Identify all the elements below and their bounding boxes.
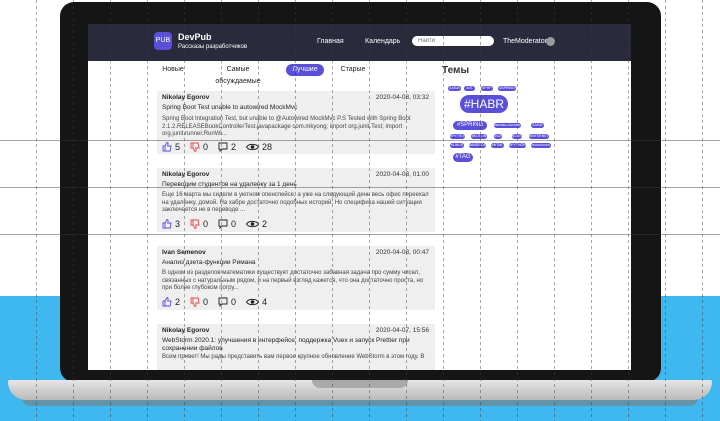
eye-icon (246, 298, 260, 306)
comment-count: 2 (231, 142, 237, 152)
post-card[interactable]: Nikolay Egorov 2020-04-08, 01:00 Перевод… (157, 168, 435, 232)
comments-button[interactable]: 2 (218, 142, 236, 152)
post-excerpt: Spring Boot Integration Test, but unable… (162, 116, 411, 137)
comment-count: 0 (231, 297, 237, 307)
views-stat: 28 (246, 142, 272, 152)
like-button[interactable]: 5 (162, 142, 180, 152)
post-card[interactable]: Ivan Semenov 2020-04-08, 00:47 Анализ дз… (157, 246, 435, 310)
comment-icon (218, 219, 228, 229)
tag-pill[interactable]: #CSS (512, 134, 522, 139)
tag-pill[interactable]: #INTERNET (529, 134, 549, 139)
view-count: 28 (262, 142, 273, 152)
tag-pill[interactable]: #SPRING (453, 121, 487, 130)
like-button[interactable]: 2 (162, 297, 180, 307)
post-author[interactable]: Ivan Semenov (162, 249, 206, 256)
comments-button[interactable]: 0 (218, 219, 236, 229)
post-card[interactable]: Nikolay Egorov 2020-04-08, 03:32 Spring … (157, 91, 435, 154)
comment-icon (218, 297, 228, 307)
tag-pill[interactable]: #MATEMATIK (531, 143, 551, 148)
comment-icon (218, 142, 228, 152)
eye-icon (246, 143, 260, 151)
thumbs-down-icon (190, 219, 200, 229)
dislike-button[interactable]: 0 (190, 297, 208, 307)
tag-pill[interactable]: #C# (494, 134, 502, 139)
dislike-count: 0 (203, 219, 209, 229)
dislike-button[interactable]: 0 (190, 219, 208, 229)
views-stat: 2 (246, 219, 267, 229)
post-title[interactable]: WebStorm 2020.1: улучшения в интерфейсе,… (162, 337, 432, 353)
thumbs-up-icon (162, 142, 172, 152)
post-date: 2020-04-08, 03:32 (375, 94, 429, 101)
nav-link-calendar[interactable]: Календарь (365, 38, 400, 45)
post-card[interactable]: Nikolay Egorov 2020-04-07, 15:56 WebStor… (157, 324, 435, 370)
tag-pill[interactable]: #PYTHON (509, 143, 526, 148)
tag-pill[interactable]: #HABR (460, 95, 508, 113)
tab-best[interactable]: Лучшие (286, 64, 324, 76)
dislike-button[interactable]: 0 (190, 142, 208, 152)
tag-pill[interactable]: #HTML (491, 143, 504, 148)
tag-pill[interactable]: #LINUX (450, 143, 464, 148)
tag-pill[interactable]: #JAVA (448, 86, 461, 91)
tag-pill[interactable]: #PHP (481, 86, 493, 91)
post-author[interactable]: Nikolay Egorov (162, 327, 209, 334)
tag-pill[interactable]: #SPRING (498, 86, 516, 91)
username[interactable]: TheModerator (503, 38, 547, 45)
post-date: 2020-04-08, 00:47 (375, 249, 429, 256)
views-stat: 4 (246, 297, 267, 307)
post-stats: 5 0 2 28 (162, 141, 282, 153)
comments-button[interactable]: 0 (218, 297, 236, 307)
post-excerpt: В одном из разделов математики существуе… (162, 270, 424, 291)
eye-icon (246, 220, 260, 228)
view-count: 4 (262, 297, 268, 307)
nav-link-home[interactable]: Главная (317, 38, 344, 45)
avatar[interactable] (546, 37, 555, 46)
like-count: 5 (175, 142, 181, 152)
tag-pill[interactable]: #TAG (453, 153, 473, 162)
dislike-count: 0 (203, 142, 209, 152)
post-stats: 2 0 0 4 (162, 296, 277, 308)
tag-pill[interactable]: #JAVA (531, 123, 544, 128)
post-author[interactable]: Nikolay Egorov (162, 171, 209, 178)
thumbs-down-icon (190, 297, 200, 307)
tag-pill[interactable]: #ANDROID (469, 143, 487, 148)
logo-icon[interactable]: PUB (154, 32, 172, 50)
dislike-count: 0 (203, 297, 209, 307)
post-title[interactable]: Анализ дзета-функции Римана (162, 259, 432, 267)
post-excerpt: Всем привет! Мы рады представить вам пер… (162, 354, 425, 360)
tags-title: Темы (442, 65, 469, 76)
laptop-notch (312, 380, 408, 388)
thumbs-down-icon (190, 142, 200, 152)
search-input[interactable] (412, 36, 494, 46)
post-date: 2020-04-07, 15:56 (375, 327, 429, 334)
like-count: 3 (175, 219, 181, 229)
comment-count: 0 (231, 219, 237, 229)
post-date: 2020-04-08, 01:00 (375, 171, 429, 178)
brand-name[interactable]: DevPub (178, 32, 212, 42)
post-author[interactable]: Nikolay Egorov (162, 94, 209, 101)
laptop-screen: PUB DevPub Рассказы разработчиков Главна… (88, 24, 631, 370)
tab-new[interactable]: Новые (159, 64, 187, 76)
tab-most-discussed[interactable]: Самые обсуждаемые (206, 64, 270, 85)
post-stats: 3 0 0 2 (162, 218, 277, 230)
tag-pill[interactable]: #BAMBA-RHUMBA (494, 123, 521, 128)
brand-tagline: Рассказы разработчиков (178, 44, 248, 50)
like-button[interactable]: 3 (162, 219, 180, 229)
post-title[interactable]: Переводим студентов на удаленку за 1 ден… (162, 181, 432, 189)
tab-old[interactable]: Старые (338, 64, 368, 76)
tag-pill[interactable]: #PYTHON (450, 134, 467, 139)
like-count: 2 (175, 297, 181, 307)
thumbs-up-icon (162, 297, 172, 307)
tag-pill[interactable]: #KOTLIN (471, 134, 487, 139)
site-header: PUB DevPub Рассказы разработчиков Главна… (88, 24, 631, 61)
post-excerpt: Еще 16 марта мы сидели в уютном опенспей… (162, 192, 429, 213)
tag-pill[interactable]: #JS (464, 86, 475, 91)
thumbs-up-icon (162, 219, 172, 229)
view-count: 2 (262, 219, 268, 229)
post-title[interactable]: Spring Boot Test unable to autowired Moc… (162, 104, 432, 112)
